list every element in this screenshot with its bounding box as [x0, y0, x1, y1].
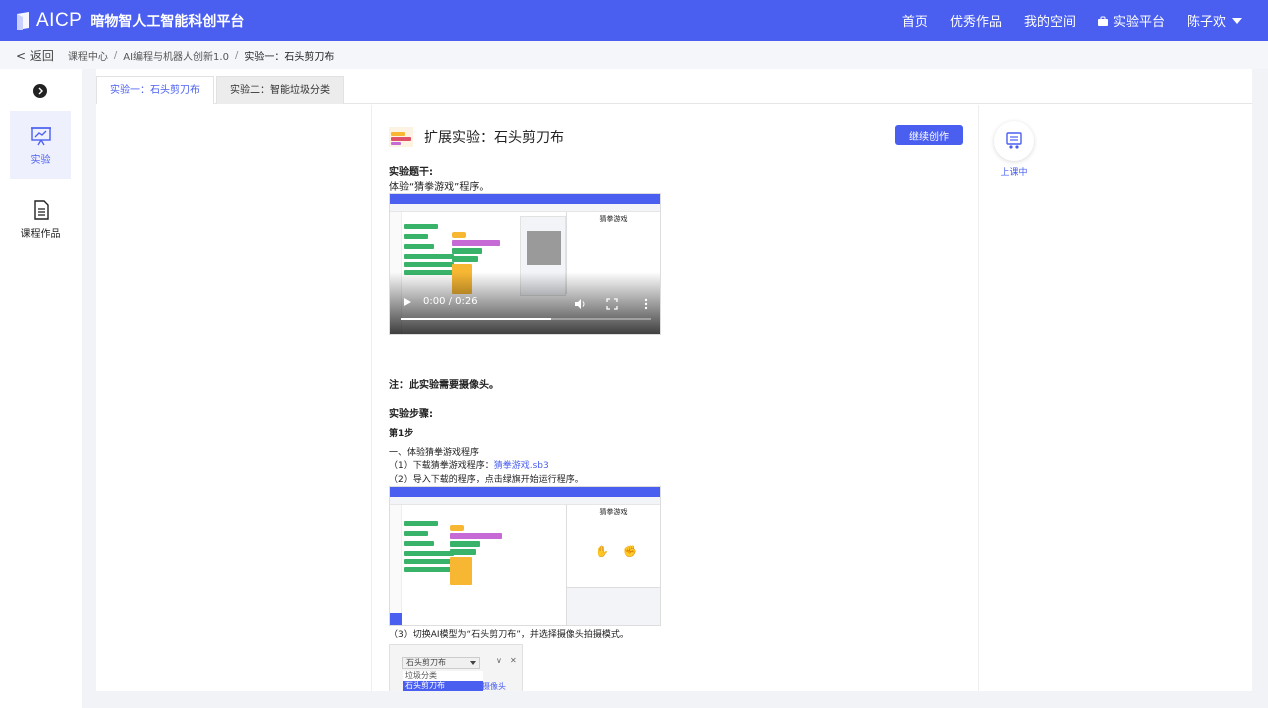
stage-panel: 猜拳游戏 ✋ ✊	[566, 505, 660, 587]
document-title: 扩展实验：石头剪刀布	[424, 130, 564, 146]
document-icon	[33, 199, 49, 220]
script-blocks-image	[450, 525, 502, 585]
problem-heading: 实验题干:	[389, 167, 433, 178]
brand-subtitle: 暗物智人工智能科创平台	[90, 13, 245, 30]
brand[interactable]: AICP 暗物智人工智能科创平台	[16, 10, 244, 32]
nav-featured-works[interactable]: 优秀作品	[950, 11, 1002, 30]
logo-icon	[17, 11, 29, 30]
model-dropdown-screenshot: 石头剪刀布 ∨ ✕ 垃圾分类 石头剪刀布 摄像头	[389, 644, 523, 691]
nav-lab-platform-label: 实验平台	[1112, 15, 1165, 30]
breadcrumb: < 返回 课程中心 / AI编程与机器人创新1.0 / 实验一：石头剪刀布	[0, 41, 1268, 69]
nav-lab-platform[interactable]: 实验平台	[1097, 11, 1165, 30]
tab-experiment-2[interactable]: 实验二：智能垃圾分类	[216, 76, 344, 104]
sidebar-item-label: 课程作品	[20, 228, 61, 240]
document-header: 扩展实验：石头剪刀布 继续创作	[389, 125, 963, 149]
step-1-line-3: （2）导入下载的程序，点击绿旗开始运行程序。	[389, 475, 584, 485]
steps-heading: 实验步骤:	[389, 409, 433, 420]
breadcrumb-course[interactable]: AI编程与机器人创新1.0	[123, 48, 229, 63]
classroom-icon	[1006, 132, 1022, 149]
camera-note: 注：此实验需要摄像头。	[389, 380, 499, 391]
program-screenshot: 猜拳游戏 ✋ ✊	[389, 486, 661, 626]
step-1-line-1: 一、体验猜拳游戏程序	[389, 448, 480, 458]
classroom-icon-wrap	[994, 121, 1034, 161]
top-navbar: AICP 暗物智人工智能科创平台 首页 优秀作品 我的空间 实验平台 陈子欢	[0, 0, 1268, 41]
sidebar-item-experiment[interactable]: 实验	[10, 111, 71, 179]
play-button[interactable]	[404, 298, 411, 306]
collapse-icon: ∨	[496, 656, 502, 665]
video-progress-bar[interactable]	[401, 318, 651, 320]
demo-video[interactable]: 猜拳游戏 0:00 / 0:26	[389, 193, 661, 335]
video-controls-bar: 0:00 / 0:26	[390, 272, 660, 334]
fullscreen-icon[interactable]	[606, 298, 618, 310]
video-frame-topbar	[390, 194, 660, 204]
chevron-down-icon	[1232, 17, 1242, 24]
download-sb3-link[interactable]: 猜拳游戏.sb3	[494, 461, 549, 471]
experiment-document[interactable]: 扩展实验：石头剪刀布 继续创作 实验题干: 体验“猜拳游戏”程序。 猜拳游戏 0…	[371, 105, 979, 691]
presentation-chart-icon	[30, 126, 51, 145]
problem-text: 体验“猜拳游戏”程序。	[389, 182, 490, 193]
sprite-panel	[566, 587, 660, 625]
screenshot-palette	[390, 505, 402, 625]
scratch-project-icon	[389, 127, 413, 147]
experiment-tabs: 实验一：石头剪刀布 实验二：智能垃圾分类	[96, 76, 1252, 104]
sidebar-item-course-works[interactable]: 课程作品	[10, 185, 71, 253]
dropdown-option-selected: 石头剪刀布	[403, 681, 483, 691]
in-class-button[interactable]: 上课中	[988, 121, 1040, 178]
stage-title: 猜拳游戏	[599, 215, 628, 223]
breadcrumb-course-center[interactable]: 课程中心	[68, 48, 108, 63]
collapse-sidebar-button[interactable]	[33, 84, 47, 98]
screenshot-toolbar	[390, 497, 660, 505]
camera-mode-hint: 摄像头	[482, 682, 506, 691]
extension-button-image	[390, 613, 402, 625]
step-1-line-4: （3）切换AI模型为“石头剪刀布”，并选择摄像头拍摄模式。	[389, 630, 629, 640]
main-panel: 实验一：石头剪刀布 实验二：智能垃圾分类 扩展实验：石头剪刀布 继续创作 实验题…	[96, 69, 1252, 691]
model-select-image: 石头剪刀布	[402, 657, 480, 669]
hand-icon: ✋	[595, 545, 609, 558]
volume-icon[interactable]	[574, 298, 586, 310]
more-options-icon[interactable]	[640, 298, 652, 310]
nav-my-space[interactable]: 我的空间	[1024, 11, 1076, 30]
left-sidebar: 实验 课程作品	[0, 69, 82, 708]
user-menu[interactable]: 陈子欢	[1187, 11, 1242, 30]
stage-title: 猜拳游戏	[599, 508, 628, 516]
breadcrumb-separator: /	[234, 49, 239, 61]
video-time: 0:00 / 0:26	[423, 296, 478, 307]
back-link[interactable]: < 返回	[16, 47, 54, 64]
nav-home[interactable]: 首页	[902, 11, 928, 30]
sidebar-item-label: 实验	[30, 154, 51, 166]
main-nav: 首页 优秀作品 我的空间 实验平台 陈子欢	[902, 0, 1268, 41]
step-1-line-2: （1）下载猜拳游戏程序：猜拳游戏.sb3	[389, 458, 549, 471]
model-select-value: 石头剪刀布	[406, 658, 446, 667]
video-progress-fill	[401, 318, 551, 320]
briefcase-icon	[1097, 16, 1108, 26]
breadcrumb-separator: /	[113, 49, 118, 61]
dropdown-option: 垃圾分类	[403, 671, 483, 681]
close-icon: ✕	[510, 656, 517, 665]
breadcrumb-current: 实验一：石头剪刀布	[244, 51, 335, 63]
camera-preview	[527, 231, 561, 265]
user-name: 陈子欢	[1186, 15, 1226, 30]
in-class-label: 上课中	[1000, 168, 1028, 178]
chevron-right-icon	[38, 87, 43, 95]
continue-create-button[interactable]: 继续创作	[895, 125, 963, 145]
step-1-download-label: （1）下载猜拳游戏程序：	[389, 461, 494, 471]
video-frame-toolbar	[390, 204, 660, 212]
screenshot-topbar	[390, 487, 660, 497]
chevron-down-icon	[470, 661, 476, 665]
fist-icon: ✊	[623, 545, 637, 558]
tab-experiment-1[interactable]: 实验一：石头剪刀布	[96, 76, 214, 104]
brand-name: AICP	[36, 9, 83, 31]
step-1-label: 第1步	[389, 429, 414, 439]
